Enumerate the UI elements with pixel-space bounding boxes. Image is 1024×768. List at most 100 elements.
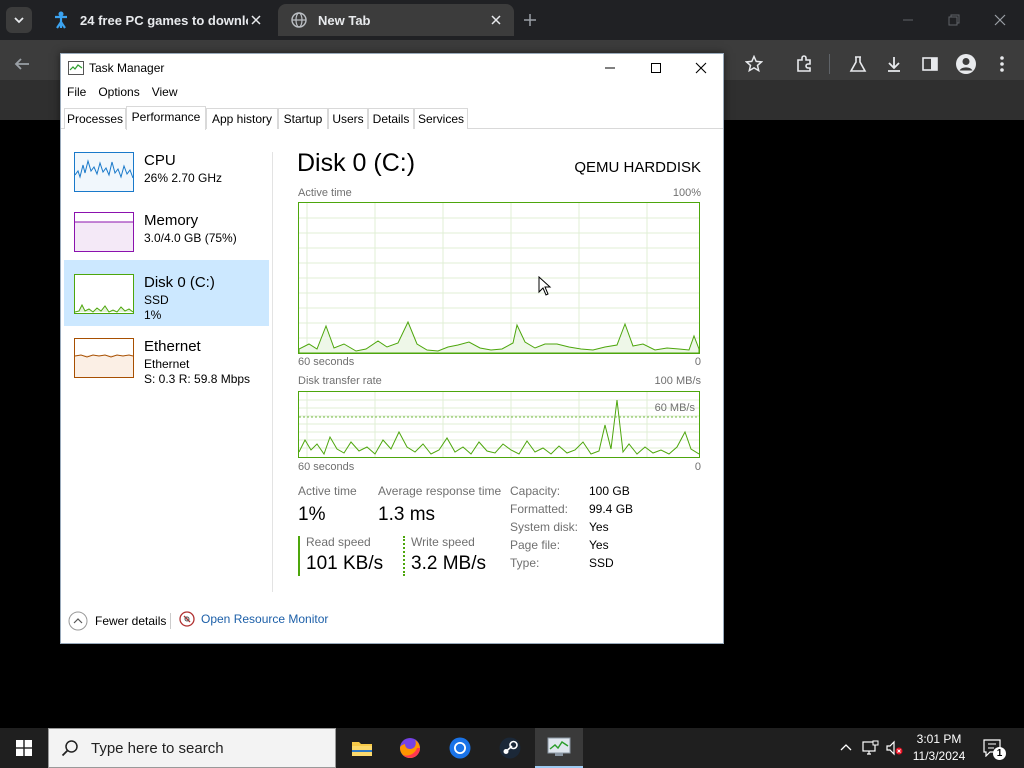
sidebar-item-label: Disk 0 (C:): [144, 274, 215, 291]
tab-title: New Tab: [318, 12, 371, 28]
taskbar-search-box[interactable]: Type here to search: [48, 728, 336, 768]
sidebar-item-ethernet[interactable]: Ethernet Ethernet S: 0.3 R: 59.8 Mbps: [64, 324, 269, 390]
avg-response-value: 1.3 ms: [378, 504, 436, 525]
browser-tab-games[interactable]: 24 free PC games to download: [40, 4, 274, 36]
close-window-button[interactable]: [990, 10, 1010, 30]
chevron-up-circle-icon: [68, 611, 88, 631]
menu-view[interactable]: View: [146, 83, 184, 103]
taskbar-task-manager[interactable]: [535, 728, 583, 768]
tab-search-button[interactable]: [6, 7, 32, 33]
start-button[interactable]: [0, 728, 48, 768]
disk-usage-text: 1%: [144, 308, 162, 322]
menu-file[interactable]: File: [61, 83, 92, 103]
browser-tab-strip: 24 free PC games to download New Tab: [0, 0, 1024, 40]
transfer-rate-span-label: 60 seconds: [298, 461, 355, 473]
read-speed-label: Read speed: [306, 535, 371, 549]
taskbar-steam[interactable]: [486, 728, 534, 768]
task-manager-icon: [547, 737, 571, 756]
minimize-window-button[interactable]: [898, 10, 918, 30]
tab-startup[interactable]: Startup: [278, 108, 328, 129]
tab-performance[interactable]: Performance: [126, 106, 206, 130]
taskbar-clock[interactable]: 3:01 PM 11/3/2024: [906, 731, 972, 765]
active-time-chart-label: Active time: [298, 187, 352, 199]
throughput-text: S: 0.3 R: 59.8 Mbps: [144, 372, 251, 386]
minimize-icon: [605, 67, 615, 69]
transfer-rate-min-label: 0: [694, 461, 701, 473]
sidebar-item-memory[interactable]: Memory 3.0/4.0 GB (75%): [64, 198, 269, 262]
taskbar-firefox[interactable]: [386, 728, 434, 768]
volume-button[interactable]: [884, 738, 904, 758]
maximize-button[interactable]: [645, 58, 667, 78]
profile-button[interactable]: [954, 52, 978, 76]
tab-details[interactable]: Details: [368, 108, 414, 129]
type-key: Type:: [510, 556, 540, 570]
system-disk-value: Yes: [589, 520, 609, 534]
menu-options[interactable]: Options: [92, 83, 145, 103]
show-hidden-icons-button[interactable]: [836, 738, 856, 758]
open-resource-monitor-link[interactable]: Open Resource Monitor: [179, 611, 328, 627]
sidebar-item-label: CPU: [144, 152, 176, 169]
bookmark-star-button[interactable]: [742, 52, 766, 76]
restore-icon: [948, 14, 960, 26]
write-speed-indicator: [403, 536, 405, 576]
sidebar-item-cpu[interactable]: CPU 26% 2.70 GHz: [64, 138, 269, 202]
notification-count-badge: 1: [993, 747, 1006, 760]
cpu-usage-text: 26% 2.70 GHz: [144, 171, 223, 185]
minimize-button[interactable]: [599, 58, 621, 78]
resource-monitor-icon: [179, 611, 195, 627]
type-value: SSD: [589, 556, 614, 570]
search-placeholder: Type here to search: [91, 739, 224, 757]
sidebar-item-label: Ethernet: [144, 338, 201, 355]
close-tab-icon[interactable]: [488, 12, 504, 28]
chrome-menu-button[interactable]: [990, 52, 1014, 76]
menu-bar: File Options View: [61, 83, 184, 103]
maximize-icon: [651, 63, 661, 73]
cpu-thumbnail-graph: [74, 152, 134, 192]
extensions-button[interactable]: [792, 52, 816, 76]
task-manager-window: Task Manager File Options View Processes…: [60, 53, 724, 644]
browser-tab-new-tab[interactable]: New Tab: [278, 4, 514, 36]
formatted-value: 99.4 GB: [589, 502, 634, 516]
tab-app-history[interactable]: App history: [206, 108, 278, 129]
download-icon: [888, 57, 900, 72]
side-panel-button[interactable]: [918, 52, 942, 76]
close-tab-icon[interactable]: [248, 12, 264, 28]
network-icon: [862, 740, 879, 755]
tab-processes[interactable]: Processes: [64, 108, 126, 129]
network-status-button[interactable]: [860, 738, 880, 758]
window-titlebar[interactable]: Task Manager: [61, 54, 723, 82]
taskbar-file-explorer[interactable]: [338, 728, 386, 768]
active-time-stat-label: Active time: [298, 484, 357, 498]
fewer-details-button[interactable]: Fewer details: [68, 611, 166, 631]
disk-thumbnail-graph: [74, 274, 134, 314]
write-speed-value: 3.2 MB/s: [411, 553, 486, 574]
clock-time: 3:01 PM: [916, 732, 962, 746]
side-panel-icon: [922, 57, 938, 71]
fewer-details-label: Fewer details: [95, 614, 167, 628]
restore-window-button[interactable]: [944, 10, 964, 30]
close-button[interactable]: [690, 58, 712, 78]
tab-users[interactable]: Users: [328, 108, 368, 129]
sidebar-item-label: Memory: [144, 212, 199, 229]
sidebar-item-disk[interactable]: Disk 0 (C:) SSD 1%: [64, 260, 269, 326]
memory-usage-text: 3.0/4.0 GB (75%): [144, 231, 237, 245]
window-title: Task Manager: [89, 61, 165, 75]
star-icon: [745, 55, 763, 73]
tab-services[interactable]: Services: [414, 108, 468, 129]
flask-icon: [849, 56, 867, 72]
device-model: QEMU HARDDISK: [574, 159, 701, 176]
adapter-name-text: Ethernet: [144, 357, 190, 371]
notification-center-button[interactable]: 1: [982, 738, 1006, 760]
avg-response-label: Average response time: [378, 484, 502, 498]
downloads-button[interactable]: [882, 52, 906, 76]
site-favicon-icon: [52, 11, 70, 29]
folder-icon: [352, 742, 372, 756]
transfer-rate-chart-label: Disk transfer rate: [298, 375, 382, 387]
new-tab-button[interactable]: [520, 10, 540, 30]
back-button[interactable]: [10, 52, 34, 76]
taskbar-chrome[interactable]: [436, 728, 484, 768]
transfer-rate-reference-label: 60 MB/s: [654, 402, 695, 414]
labs-button[interactable]: [846, 52, 870, 76]
active-time-graph: [298, 202, 700, 354]
arrow-left-icon: [14, 58, 29, 70]
